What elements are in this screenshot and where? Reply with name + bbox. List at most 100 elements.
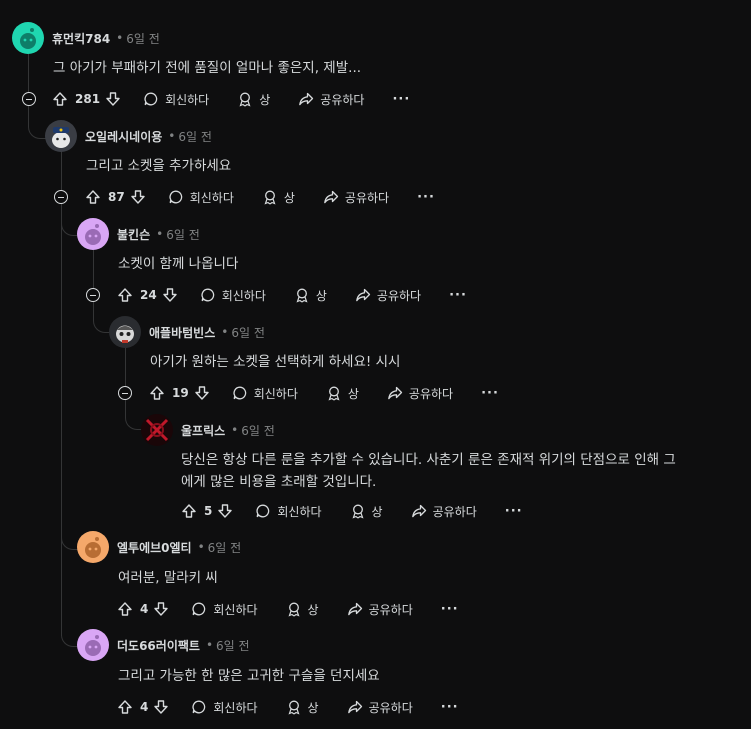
reply-label: 회신하다 — [213, 602, 258, 617]
reply-button[interactable]: 회신하다 — [143, 91, 209, 108]
comment-author[interactable]: 울프릭스 — [181, 422, 225, 439]
share-label: 공유하다 — [432, 504, 477, 519]
more-options-button[interactable]: ··· — [417, 190, 435, 205]
reply-button[interactable]: 회신하다 — [200, 287, 266, 304]
share-button[interactable]: 공유하다 — [347, 601, 413, 618]
award-label: 상 — [371, 504, 383, 519]
award-icon — [264, 190, 276, 205]
vote-count: 87 — [108, 190, 125, 204]
upvote-button[interactable] — [52, 91, 68, 107]
comment: 오일레시네이용 • 6일 전 — [45, 120, 212, 152]
share-label: 공유하다 — [408, 386, 454, 401]
reply-button[interactable]: 회신하다 — [191, 601, 258, 618]
avatar[interactable] — [109, 316, 141, 348]
upvote-button[interactable] — [117, 287, 133, 303]
downvote-icon — [195, 386, 209, 400]
avatar[interactable] — [77, 218, 109, 250]
comment-author[interactable]: 더도66러이팩트 — [117, 637, 200, 654]
comment-actions: 281 회신하다 상 공유하다 ··· — [52, 87, 410, 111]
award-button[interactable]: 상 — [286, 699, 319, 716]
comment: 울프릭스 • 6일 전 — [141, 414, 275, 446]
comment: 엘투에브0엘티 • 6일 전 — [77, 531, 241, 563]
avatar[interactable] — [77, 531, 109, 563]
avatar[interactable] — [77, 629, 109, 661]
upvote-button[interactable] — [85, 189, 101, 205]
more-options-button[interactable]: ··· — [392, 92, 410, 107]
comment-body: 당신은 항상 다른 룬을 추가할 수 있습니다. 사춘기 룬은 존재적 위기의 … — [181, 449, 676, 493]
award-button[interactable]: 상 — [237, 91, 270, 108]
comment-author[interactable]: 오일레시네이용 — [85, 128, 162, 145]
downvote-button[interactable] — [153, 601, 169, 617]
collapse-thread-button[interactable] — [54, 190, 68, 204]
award-button[interactable]: 상 — [326, 385, 359, 402]
more-options-button[interactable]: ··· — [441, 602, 459, 617]
downvote-button[interactable] — [162, 287, 178, 303]
comment: 불킨슨 • 6일 전 — [77, 218, 200, 250]
collapse-thread-button[interactable] — [118, 386, 132, 400]
comment-time[interactable]: 6일 전 — [241, 422, 275, 439]
share-icon — [411, 504, 426, 518]
downvote-button[interactable] — [217, 503, 233, 519]
downvote-button[interactable] — [130, 189, 146, 205]
comment-time[interactable]: 6일 전 — [126, 30, 160, 47]
reply-button[interactable]: 회신하다 — [191, 699, 258, 716]
downvote-button[interactable] — [153, 699, 169, 715]
snoo-avatar-icon — [52, 127, 70, 148]
comment-time[interactable]: 6일 전 — [216, 637, 250, 654]
award-label: 상 — [307, 700, 319, 715]
avatar[interactable] — [12, 22, 44, 54]
comment-time[interactable]: 6일 전 — [166, 226, 200, 243]
share-button[interactable]: 공유하다 — [298, 91, 364, 108]
downvote-button[interactable] — [105, 91, 121, 107]
comment-actions: 5 회신하다 상 공유하다 ··· — [181, 499, 523, 523]
award-label: 상 — [283, 190, 295, 205]
comment-author[interactable]: 애플바텀빈스 — [149, 324, 215, 341]
more-options-button[interactable]: ··· — [441, 700, 459, 715]
collapse-thread-button[interactable] — [22, 92, 36, 106]
downvote-button[interactable] — [194, 385, 210, 401]
comment-actions: 87 회신하다 상 공유하다 ··· — [85, 185, 435, 209]
more-options-button[interactable]: ··· — [481, 386, 499, 401]
reply-button[interactable]: 회신하다 — [168, 189, 234, 206]
comment-bubble-icon — [192, 602, 206, 616]
comment-time[interactable]: 6일 전 — [208, 539, 242, 556]
upvote-button[interactable] — [149, 385, 165, 401]
award-button[interactable]: 상 — [262, 189, 295, 206]
reply-label: 회신하다 — [189, 190, 234, 205]
award-icon — [328, 386, 340, 401]
avatar[interactable] — [141, 414, 173, 446]
collapse-thread-button[interactable] — [86, 288, 100, 302]
comment-bubble-icon — [201, 288, 214, 302]
upvote-button[interactable] — [181, 503, 197, 519]
more-options-button[interactable]: ··· — [505, 504, 523, 519]
upvote-icon — [86, 190, 100, 204]
share-label: 공유하다 — [376, 288, 422, 303]
share-button[interactable]: 공유하다 — [347, 699, 413, 716]
upvote-button[interactable] — [117, 601, 133, 617]
comment-time[interactable]: 6일 전 — [178, 128, 212, 145]
comment-author[interactable]: 엘투에브0엘티 — [117, 539, 192, 556]
share-button[interactable]: 공유하다 — [355, 287, 421, 304]
share-button[interactable]: 공유하다 — [387, 385, 453, 402]
comment-bubble-icon — [233, 386, 246, 400]
reply-button[interactable]: 회신하다 — [255, 503, 322, 520]
upvote-button[interactable] — [117, 699, 133, 715]
snoo-avatar-icon — [116, 325, 134, 343]
comment-bubble-icon — [192, 700, 206, 714]
comment-author[interactable]: 불킨슨 — [117, 226, 150, 243]
avatar[interactable] — [45, 120, 77, 152]
share-icon — [347, 602, 362, 616]
comment-time[interactable]: 6일 전 — [231, 324, 265, 341]
reply-button[interactable]: 회신하다 — [232, 385, 298, 402]
downvote-icon — [106, 92, 120, 106]
upvote-icon — [150, 386, 164, 400]
share-button[interactable]: 공유하다 — [323, 189, 389, 206]
award-button[interactable]: 상 — [294, 287, 327, 304]
comment-author[interactable]: 휴먼킥784 — [52, 30, 110, 47]
share-button[interactable]: 공유하다 — [411, 503, 477, 520]
share-icon — [347, 700, 362, 714]
award-button[interactable]: 상 — [350, 503, 383, 520]
award-button[interactable]: 상 — [286, 601, 319, 618]
reply-label: 회신하다 — [221, 288, 266, 303]
more-options-button[interactable]: ··· — [449, 288, 467, 303]
